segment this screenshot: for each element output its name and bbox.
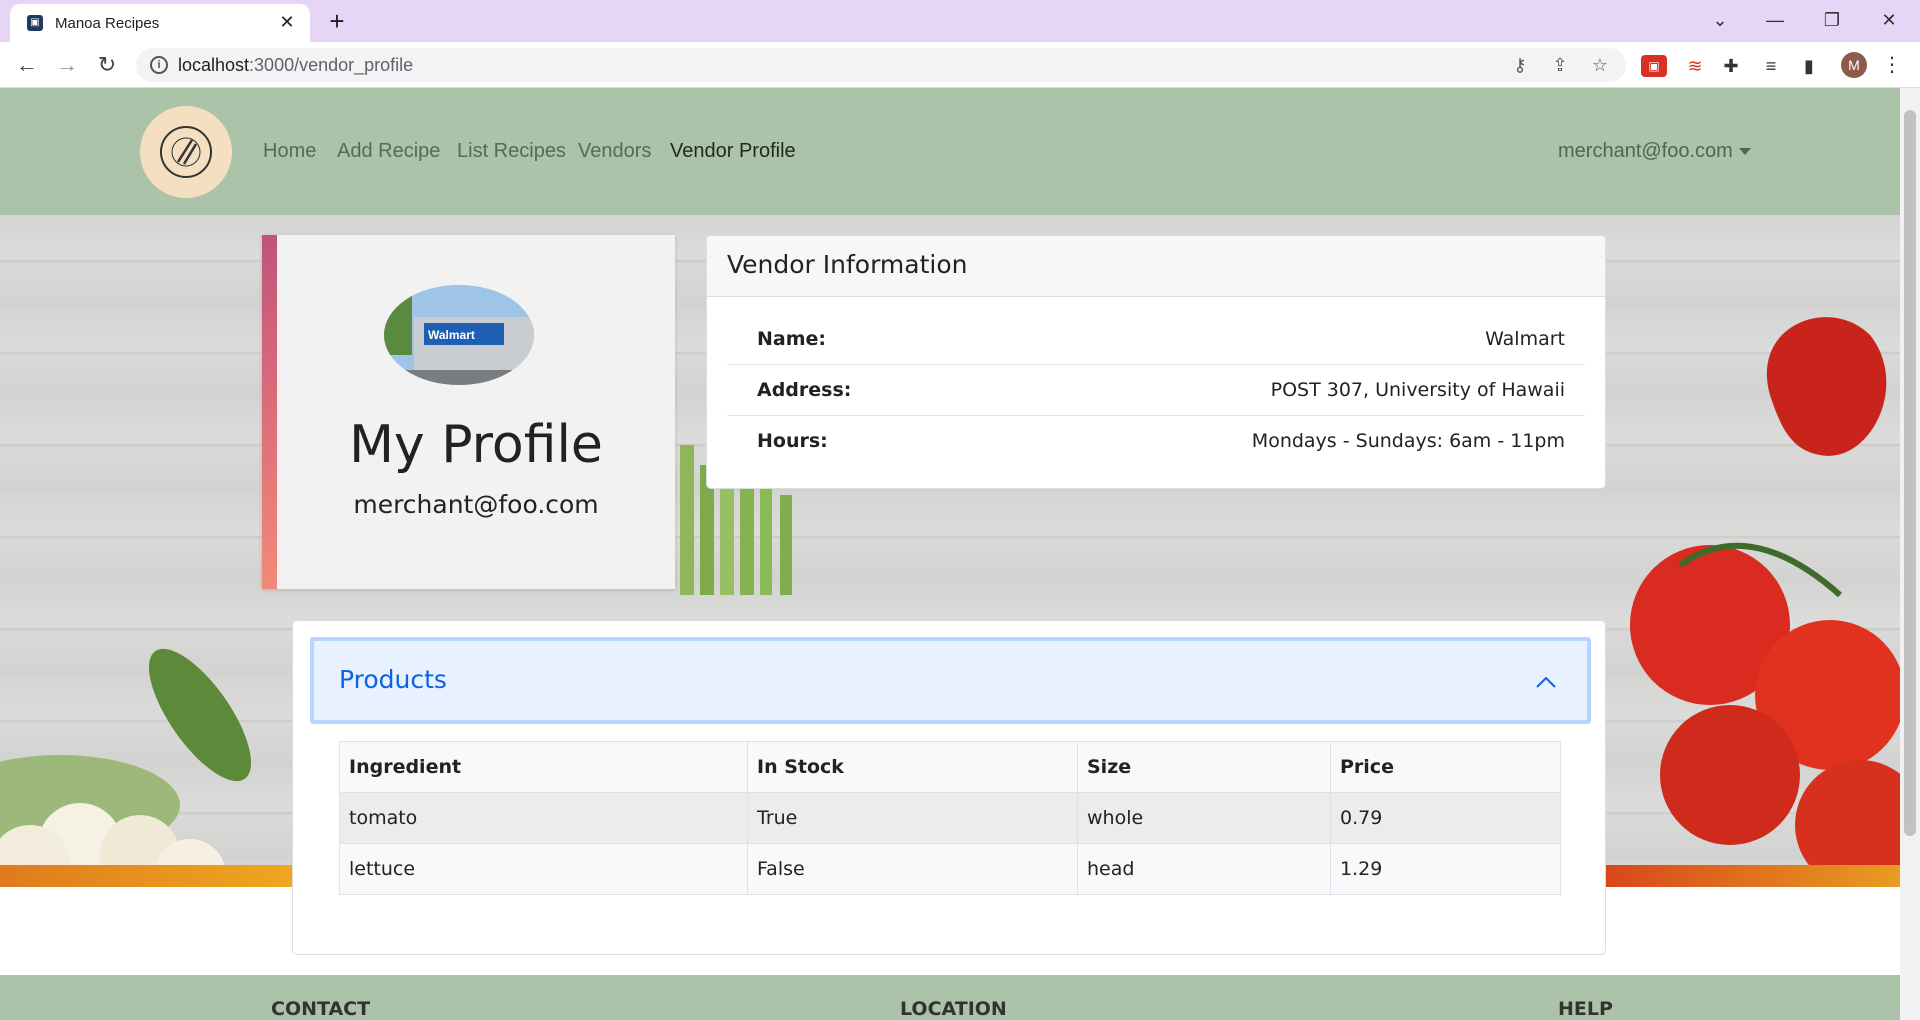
table-cell: True — [747, 792, 1078, 844]
tab-title: Manoa Recipes — [55, 15, 160, 32]
table-row: tomato True whole 0.79 — [339, 792, 1561, 844]
nav-add-recipe[interactable]: Add Recipe — [337, 140, 440, 163]
products-accordion-header[interactable]: Products — [310, 637, 1591, 724]
url-host: localhost — [178, 55, 250, 75]
site-info-icon[interactable]: i — [150, 56, 168, 74]
site-footer: CONTACT LOCATION HELP — [0, 975, 1900, 1020]
table-cell: 1.29 — [1330, 843, 1561, 895]
bookmark-star-icon[interactable]: ☆ — [1588, 54, 1612, 76]
key-icon[interactable]: ⚷ — [1508, 54, 1532, 76]
address-bar[interactable]: i localhost:3000/vendor_profile ⚷ ⇪ ☆ — [136, 48, 1626, 82]
user-dropdown[interactable]: merchant@foo.com — [1558, 140, 1751, 163]
footer-contact-heading: CONTACT — [271, 998, 371, 1020]
site-logo[interactable] — [140, 106, 232, 198]
profile-avatar[interactable]: M — [1841, 52, 1867, 78]
nav-home[interactable]: Home — [263, 140, 316, 163]
browser-menu-icon[interactable]: ⋮ — [1882, 50, 1902, 80]
table-cell: whole — [1077, 792, 1331, 844]
profile-email: merchant@foo.com — [353, 490, 599, 519]
side-panel-icon[interactable]: ▮ — [1796, 55, 1822, 77]
store-sign-text: Walmart — [428, 328, 475, 342]
nav-vendors[interactable]: Vendors — [578, 140, 651, 163]
column-header: Size — [1077, 741, 1331, 793]
tomato-icon — [1630, 317, 1900, 887]
profile-accent-bar — [262, 235, 277, 589]
extension-icon[interactable]: ▣ — [1641, 55, 1667, 77]
media-icon[interactable]: ≡ — [1758, 55, 1784, 77]
chevron-up-icon[interactable] — [1535, 671, 1557, 693]
scrollbar-thumb[interactable] — [1904, 110, 1916, 836]
tab-search-icon[interactable]: ⌄ — [1700, 4, 1740, 36]
caret-down-icon — [1738, 148, 1751, 156]
logo-emblem-icon — [160, 126, 212, 178]
vendor-row-name: Name: Walmart — [727, 314, 1585, 365]
page-scrollbar[interactable] — [1900, 88, 1920, 1020]
column-header: Ingredient — [339, 741, 748, 793]
products-card: Products Ingredient In Stock Size Price … — [292, 620, 1606, 955]
minimize-button[interactable]: — — [1755, 4, 1795, 36]
user-email: merchant@foo.com — [1558, 140, 1733, 162]
vendor-info-title: Vendor Information — [727, 250, 968, 279]
vendor-row-hours: Hours: Mondays - Sundays: 6am - 11pm — [727, 416, 1585, 467]
extension-2-icon[interactable]: ≋ — [1682, 55, 1708, 77]
profile-card: Walmart My Profile merchant@foo.com — [262, 235, 675, 589]
table-cell: head — [1077, 843, 1331, 895]
close-window-button[interactable]: ✕ — [1869, 4, 1909, 36]
vendor-store-image: Walmart — [384, 285, 534, 385]
vendor-hours-value: Mondays - Sundays: 6am - 11pm — [1251, 430, 1565, 452]
vendor-name-label: Name: — [757, 328, 827, 350]
vendor-hours-label: Hours: — [757, 430, 828, 452]
footer-location-heading: LOCATION — [900, 998, 1007, 1020]
profile-title: My Profile — [349, 415, 603, 475]
cauliflower-icon — [0, 648, 252, 887]
vendor-address-value: POST 307, University of Hawaii — [1270, 379, 1565, 401]
footer-help-heading: HELP — [1558, 998, 1613, 1020]
vendor-name-value: Walmart — [1485, 328, 1565, 350]
vendor-address-label: Address: — [757, 379, 852, 401]
products-title: Products — [339, 665, 447, 694]
browser-tab-strip: ▣ Manoa Recipes ✕ + ⌄ — ❐ ✕ — [0, 0, 1920, 42]
table-row: lettuce False head 1.29 — [339, 843, 1561, 895]
table-cell: lettuce — [339, 843, 748, 895]
vendor-info-header: Vendor Information — [707, 236, 1605, 297]
column-header: In Stock — [747, 741, 1078, 793]
browser-toolbar: ← → ↻ i localhost:3000/vendor_profile ⚷ … — [0, 42, 1920, 88]
url-path: :3000/vendor_profile — [249, 55, 414, 75]
vendor-row-address: Address: POST 307, University of Hawaii — [727, 365, 1585, 416]
nav-list-recipes[interactable]: List Recipes — [457, 140, 566, 163]
vendor-info-card: Vendor Information Name: Walmart Address… — [706, 235, 1606, 489]
close-tab-icon[interactable]: ✕ — [276, 11, 298, 33]
table-cell: 0.79 — [1330, 792, 1561, 844]
restore-button[interactable]: ❐ — [1812, 4, 1852, 36]
url-text[interactable]: localhost:3000/vendor_profile — [178, 55, 413, 76]
products-table: Ingredient In Stock Size Price tomato Tr… — [339, 741, 1561, 895]
column-header: Price — [1330, 741, 1561, 793]
reload-icon[interactable]: ↻ — [92, 50, 122, 80]
nav-vendor-profile[interactable]: Vendor Profile — [670, 140, 796, 163]
forward-icon[interactable]: → — [52, 50, 82, 80]
page-viewport: Home Add Recipe List Recipes Vendors Ven… — [0, 88, 1920, 1020]
back-icon[interactable]: ← — [12, 50, 42, 80]
puzzle-icon[interactable]: ✚ — [1718, 55, 1744, 77]
browser-tab[interactable]: ▣ Manoa Recipes ✕ — [10, 4, 310, 42]
new-tab-button[interactable]: + — [322, 6, 352, 36]
site-navbar: Home Add Recipe List Recipes Vendors Ven… — [0, 88, 1900, 215]
table-cell: tomato — [339, 792, 748, 844]
share-icon[interactable]: ⇪ — [1548, 54, 1572, 76]
table-cell: False — [747, 843, 1078, 895]
table-header-row: Ingredient In Stock Size Price — [339, 741, 1561, 793]
favicon-icon: ▣ — [27, 15, 43, 31]
